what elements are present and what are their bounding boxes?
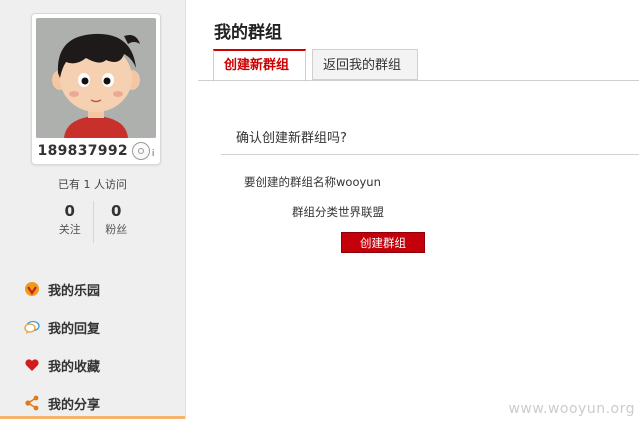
sidebar-nav: 我的乐园 我的回复 我的收藏 我的分享 bbox=[24, 270, 174, 422]
speech-bubble-icon bbox=[24, 319, 40, 335]
page-title: 我的群组 bbox=[214, 23, 282, 43]
confirm-question: 确认创建新群组吗? bbox=[236, 131, 347, 146]
sidebar: 189837992 i 已有 1 人访问 0 关注 0 粉丝 我的乐园 我的回复 bbox=[0, 0, 186, 419]
badge-icon bbox=[24, 281, 40, 297]
info-icon[interactable]: i bbox=[152, 149, 155, 159]
heart-icon bbox=[24, 357, 40, 373]
username[interactable]: 189837992 bbox=[38, 143, 128, 159]
followers-stat[interactable]: 0 粉丝 bbox=[92, 201, 140, 243]
nav-item-my-replies[interactable]: 我的回复 bbox=[24, 308, 174, 346]
following-stat[interactable]: 0 关注 bbox=[47, 201, 93, 243]
tabs-divider bbox=[198, 80, 639, 81]
tab-back-to-my-groups[interactable]: 返回我的群组 bbox=[312, 49, 418, 80]
followers-count: 0 bbox=[111, 202, 122, 220]
group-name-line: 要创建的群组名称wooyun bbox=[244, 175, 381, 189]
group-category-line: 群组分类世界联盟 bbox=[292, 205, 384, 219]
create-group-button[interactable]: 创建群组 bbox=[341, 232, 425, 253]
watermark-text: www.wooyun.org bbox=[508, 401, 635, 417]
disc-icon[interactable] bbox=[131, 142, 150, 160]
avatar-cartoon-image bbox=[36, 18, 156, 138]
nav-item-label: 我的乐园 bbox=[48, 283, 101, 299]
nav-item-my-favorites[interactable]: 我的收藏 bbox=[24, 346, 174, 384]
nav-item-label: 我的分享 bbox=[48, 397, 101, 413]
avatar[interactable] bbox=[36, 18, 156, 138]
main-content: 我的群组 创建新群组 返回我的群组 确认创建新群组吗? 要创建的群组名称wooy… bbox=[198, 0, 639, 419]
nav-item-my-park[interactable]: 我的乐园 bbox=[24, 270, 174, 308]
profile-card: 189837992 i bbox=[31, 13, 161, 165]
following-label: 关注 bbox=[58, 223, 81, 236]
follow-stats: 0 关注 0 粉丝 bbox=[47, 201, 139, 243]
nav-item-label: 我的收藏 bbox=[48, 359, 101, 375]
tab-create-group[interactable]: 创建新群组 bbox=[213, 49, 306, 82]
followers-label: 粉丝 bbox=[105, 223, 128, 236]
share-icon bbox=[24, 395, 40, 411]
nav-item-label: 我的回复 bbox=[48, 321, 101, 337]
username-row: 189837992 i bbox=[32, 140, 160, 162]
visit-count: 已有 1 人访问 bbox=[58, 178, 127, 191]
confirm-divider bbox=[221, 154, 639, 155]
following-count: 0 bbox=[64, 202, 75, 220]
